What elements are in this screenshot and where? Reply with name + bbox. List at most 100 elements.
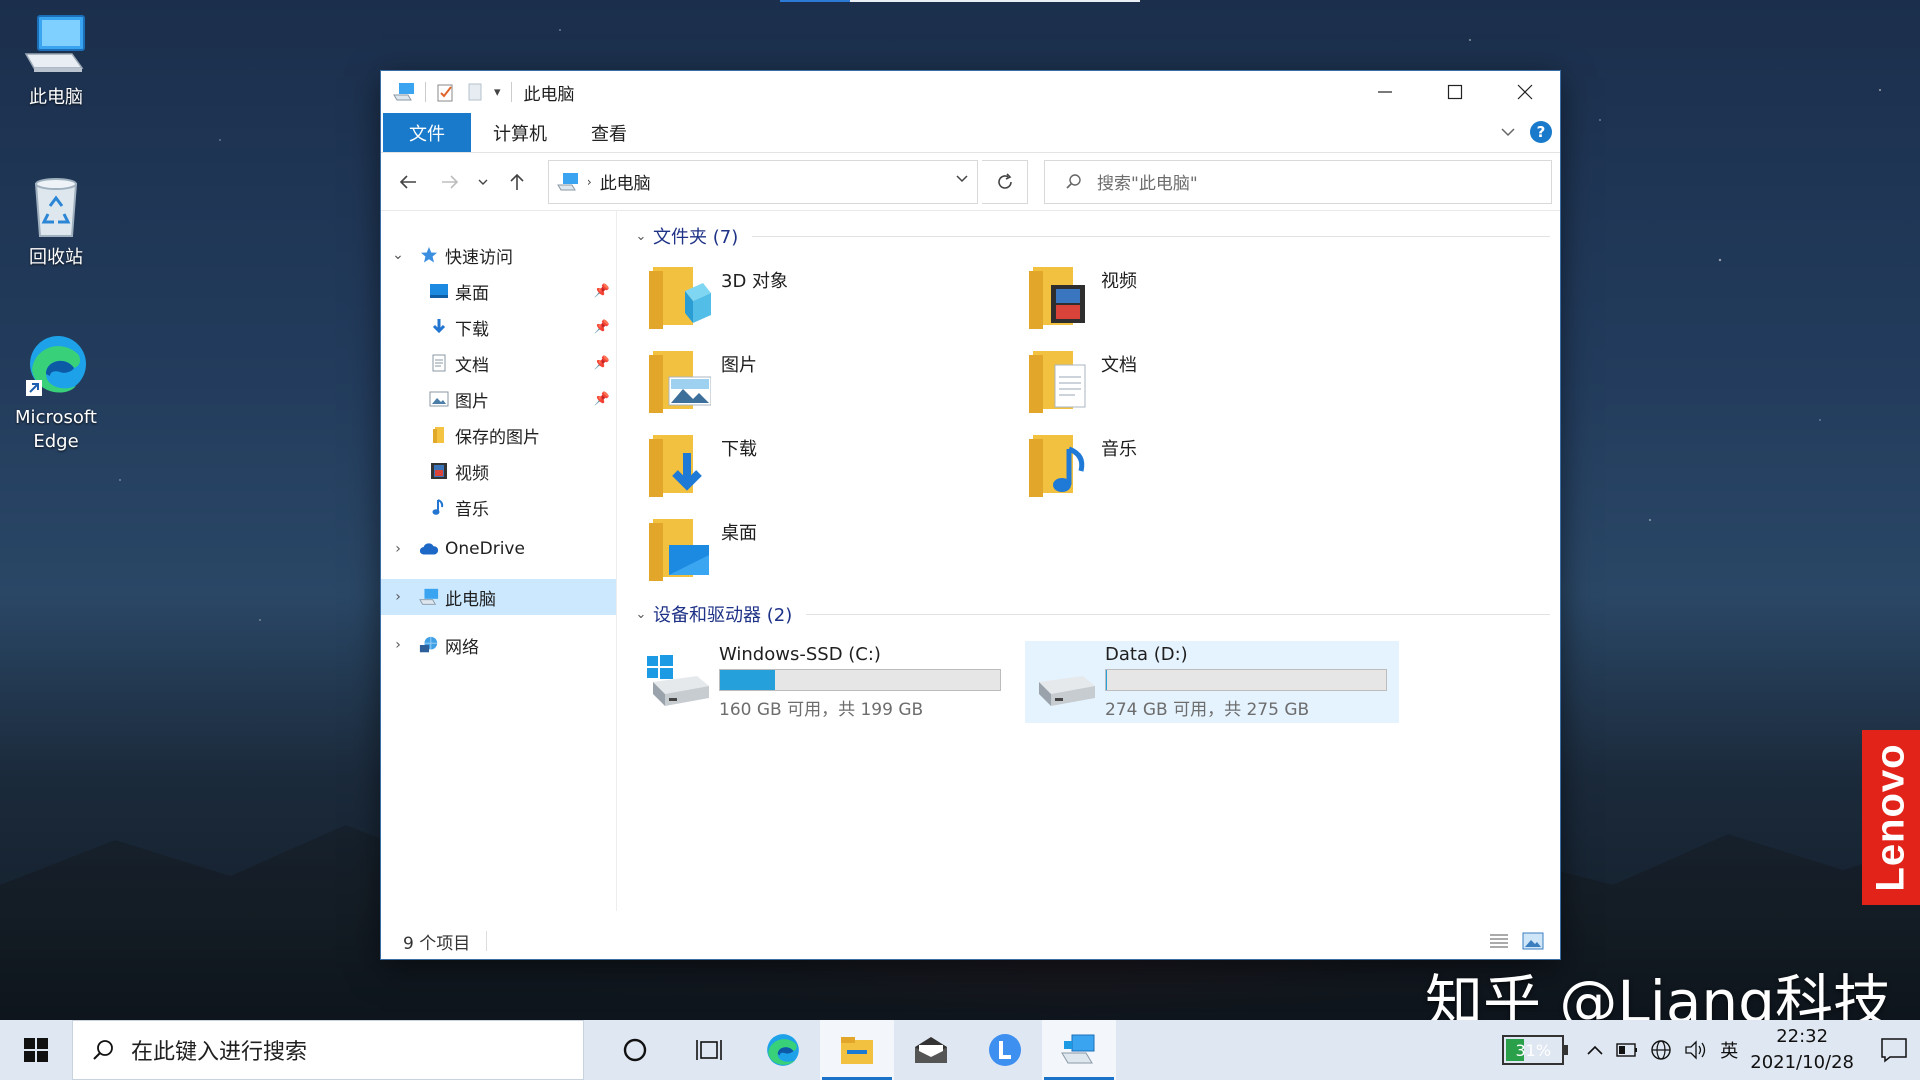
pin-icon[interactable]: 📌 [594,320,610,335]
up-button[interactable] [498,163,536,201]
folder-item-music[interactable]: 音乐 [1029,427,1409,511]
volume-icon[interactable] [1684,1039,1708,1061]
drive-item-c[interactable]: Windows-SSD (C:) 160 GB 可用，共 199 GB [639,641,1013,723]
task-view-button[interactable] [672,1020,746,1080]
folder-item-downloads[interactable]: 下载 [649,427,1029,511]
input-method-indicator[interactable]: 英 [1720,1037,1738,1063]
expand-chevron-icon[interactable]: › [389,589,407,605]
tab-view[interactable]: 查看 [569,113,649,152]
nav-item-documents[interactable]: 文档 📌 [381,345,616,381]
start-button[interactable] [0,1020,72,1080]
folder-item-pictures[interactable]: 图片 [649,343,1029,427]
windows-logo-icon [24,1038,48,1062]
chevron-down-icon [478,179,488,185]
taskbar-lenovo-app[interactable] [968,1020,1042,1080]
network-globe-icon[interactable] [1650,1039,1672,1061]
taskbar-edge[interactable] [746,1020,820,1080]
explorer-body: ⌄ 快速访问 桌面 📌 下载 📌 文档 📌 图片 📌 保存的图片 视频 音乐 ›… [381,211,1560,911]
close-button[interactable] [1490,71,1560,113]
folder-item-documents[interactable]: 文档 [1029,343,1409,427]
nav-item-this-pc[interactable]: › 此电脑 [381,579,616,615]
large-icons-view-icon[interactable] [1522,931,1544,951]
taskbar-search[interactable]: 在此键入进行搜索 [72,1020,584,1080]
status-bar: 9 个项目 [381,923,1560,959]
nav-item-pictures[interactable]: 图片 📌 [381,381,616,417]
nav-item-quick-access[interactable]: ⌄ 快速访问 [381,237,616,273]
back-button[interactable] [389,163,427,201]
taskbar-mail[interactable] [894,1020,968,1080]
new-folder-icon[interactable] [466,82,484,102]
window-controls [1350,71,1560,113]
toolbar-separator [425,82,426,102]
recent-locations-button[interactable] [472,163,494,201]
nav-item-music[interactable]: 音乐 [381,489,616,525]
refresh-button[interactable] [982,159,1029,204]
battery-indicator[interactable]: 31% [1502,1035,1569,1065]
taskbar-file-explorer[interactable] [820,1020,894,1080]
notification-center-icon[interactable] [1880,1037,1908,1063]
breadcrumb-item[interactable]: 此电脑 [600,169,651,194]
show-hidden-icons-icon[interactable] [1586,1043,1604,1057]
file-explorer-icon [841,1037,873,1064]
nav-item-network[interactable]: › 网络 [381,627,616,663]
taskbar-this-pc[interactable] [1042,1020,1116,1080]
group-header-drives[interactable]: ⌄ 设备和驱动器 (2) [629,599,1550,629]
folder-item-3d-objects[interactable]: 3D 对象 [649,259,1029,343]
videos-folder-icon [1029,267,1085,329]
drive-name: Windows-SSD (C:) [719,644,881,665]
nav-item-onedrive[interactable]: › OneDrive [381,531,616,567]
lenovo-logo-text: Lenovo [1868,743,1913,892]
address-bar[interactable]: › 此电脑 [547,159,979,204]
pin-icon[interactable]: 📌 [594,356,610,371]
desktop-icon-recycle-bin[interactable]: 回收站 [8,170,104,270]
refresh-icon [997,172,1012,189]
minimize-button[interactable] [1350,71,1420,113]
folder-item-desktop[interactable]: 桌面 [649,511,1029,595]
nav-item-downloads[interactable]: 下载 📌 [381,309,616,345]
forward-button[interactable] [431,163,469,201]
properties-icon[interactable] [436,82,456,102]
downloads-folder-icon [649,435,702,497]
desktop-icon-label: 此电脑 [29,87,83,108]
desktop-icon-label: Microsoft Edge [15,407,97,452]
nav-item-videos[interactable]: 视频 [381,453,616,489]
windows-drive-icon [647,655,709,706]
lenovo-logo: Lenovo [1862,730,1920,905]
group-header-folders[interactable]: ⌄ 文件夹 (7) [629,221,1550,251]
collapse-chevron-icon[interactable]: ⌄ [389,247,407,263]
desktop-icon-edge[interactable]: Microsoft Edge [8,330,104,454]
pictures-folder-icon [649,351,711,413]
computer-icon [556,172,578,190]
nav-item-label: OneDrive [445,539,525,559]
nav-item-label: 保存的图片 [455,427,540,448]
expand-ribbon-icon[interactable] [1500,124,1516,140]
taskbar-search-placeholder: 在此键入进行搜索 [131,1040,308,1065]
address-dropdown-icon[interactable] [955,171,969,185]
clock[interactable]: 22:32 2021/10/28 [1750,1024,1854,1076]
help-button[interactable]: ? [1530,121,1552,143]
pin-icon[interactable]: 📌 [594,284,610,299]
tab-file[interactable]: 文件 [383,113,471,152]
details-view-icon[interactable] [1488,931,1510,951]
folder-item-videos[interactable]: 视频 [1029,259,1409,343]
status-separator [486,931,488,951]
folder-name: 3D 对象 [721,271,789,292]
cortana-button[interactable] [598,1020,672,1080]
nav-item-desktop[interactable]: 桌面 📌 [381,273,616,309]
maximize-button[interactable] [1420,71,1490,113]
ribbon-tabs: 文件 计算机 查看 ? [381,113,1560,153]
tab-computer[interactable]: 计算机 [471,113,569,152]
nav-item-label: 音乐 [455,499,489,520]
title-bar[interactable]: ▾ 此电脑 [381,71,1560,113]
customize-toolbar-icon[interactable]: ▾ [494,85,501,100]
cloud-icon [419,539,439,559]
expand-chevron-icon[interactable]: › [389,541,407,557]
battery-icon[interactable] [1616,1042,1638,1058]
desktop-icon-this-pc[interactable]: 此电脑 [8,10,104,110]
drive-item-d[interactable]: Data (D:) 274 GB 可用，共 275 GB [1025,641,1399,723]
nav-item-saved-pictures[interactable]: 保存的图片 [381,417,616,453]
expand-chevron-icon[interactable]: › [389,637,407,653]
arrow-left-icon [399,174,416,189]
pin-icon[interactable]: 📌 [594,392,610,407]
search-box[interactable]: 搜索"此电脑" [1044,159,1552,204]
